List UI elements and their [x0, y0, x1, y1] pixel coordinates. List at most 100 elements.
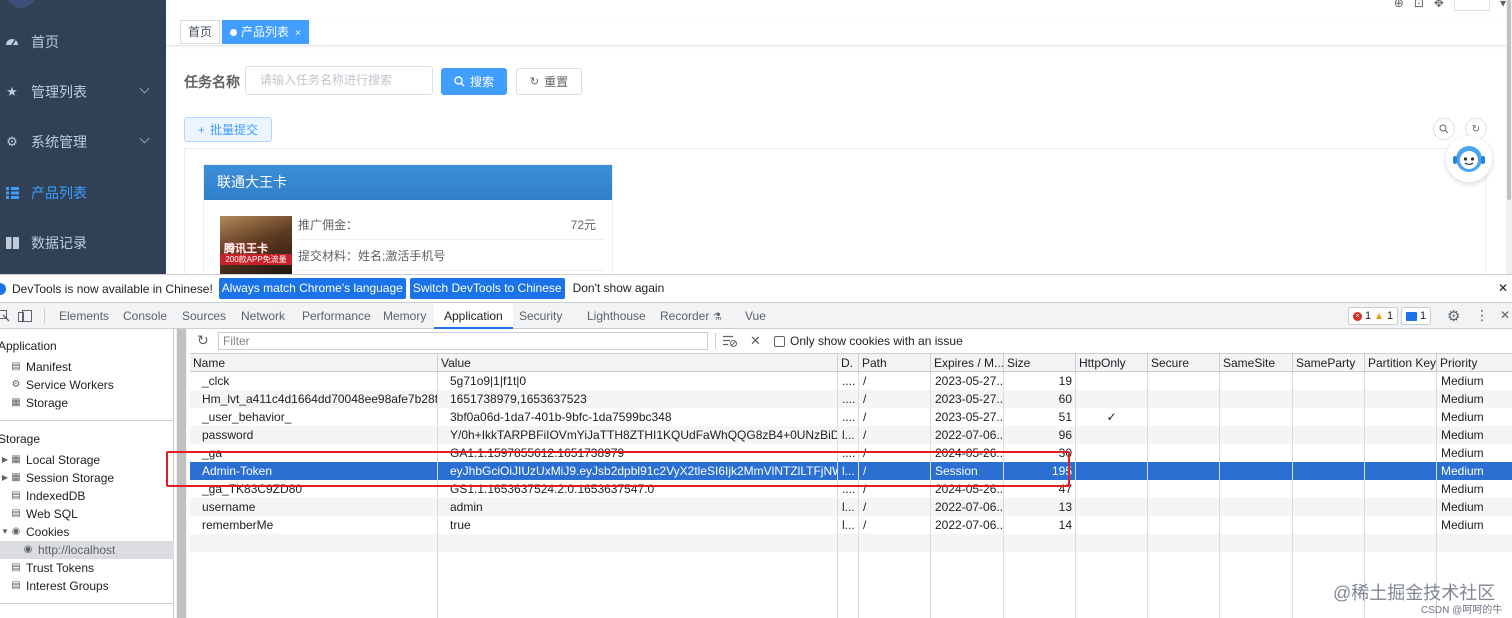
cell-priority: Medium — [1436, 480, 1512, 498]
search-button[interactable]: 搜索 — [441, 68, 507, 95]
product-card[interactable]: 联通大王卡 腾讯王卡 200款APP免流量 推广佣金： 72元 提交材料：姓名;… — [203, 164, 613, 274]
sidebar-item-service-workers[interactable]: ⚙ Service Workers — [0, 376, 174, 394]
cell-domain — [837, 534, 858, 552]
tab-lighthouse[interactable]: Lighthouse — [587, 303, 646, 329]
customer-service-robot-icon[interactable] — [1446, 136, 1492, 182]
cell-priority: Medium — [1436, 498, 1512, 516]
table-row[interactable]: rememberMe true l.../2022-07-06... 14 Medium — [190, 516, 1512, 534]
cell-domain: l... — [837, 516, 858, 534]
switch-to-chinese-button[interactable]: Switch DevTools to Chinese — [409, 278, 565, 299]
cell-domain: .... — [837, 372, 858, 390]
avatar[interactable] — [1453, 0, 1490, 11]
column-header-sameparty[interactable]: SameParty — [1292, 354, 1364, 372]
batch-submit-button[interactable]: + 批量提交 — [184, 117, 272, 142]
column-header-partition-key[interactable]: Partition Key — [1364, 354, 1436, 372]
cell-priority: Medium — [1436, 426, 1512, 444]
sidebar-item-product-list[interactable]: 产品列表 — [0, 168, 166, 218]
scrollbar-thumb[interactable] — [1507, 0, 1511, 200]
sidebar-item-manifest[interactable]: ▤ Manifest — [0, 358, 174, 376]
sidebar-item-indexeddb[interactable]: ▤ IndexedDB — [0, 487, 174, 505]
cell-path: / — [858, 498, 930, 516]
sidebar-item-label: Session Storage — [26, 471, 115, 485]
cell-sameparty — [1292, 444, 1364, 462]
cell-expires: 2022-07-06... — [930, 516, 1003, 534]
dont-show-again-button[interactable]: Don't show again — [568, 278, 669, 299]
messages-badge[interactable]: 1 — [1401, 307, 1432, 325]
reset-button[interactable]: ↻ 重置 — [516, 68, 582, 95]
navbar-icon[interactable]: ⊕ — [1394, 0, 1404, 10]
cell-samesite — [1219, 534, 1292, 552]
column-header-value[interactable]: Value — [437, 354, 837, 372]
tab-network[interactable]: Network — [241, 303, 285, 329]
tab-application[interactable]: Application — [434, 303, 513, 329]
column-header-httponly[interactable]: HttpOnly — [1075, 354, 1147, 372]
clear-filtered-icon[interactable] — [723, 335, 737, 347]
error-count: 1 — [1365, 310, 1372, 322]
tab-sources[interactable]: Sources — [182, 303, 226, 329]
match-language-button[interactable]: Always match Chrome's language — [218, 278, 406, 299]
more-options-icon[interactable]: ⋮ — [1475, 307, 1489, 324]
expand-arrow-icon[interactable]: ▶ — [0, 469, 10, 487]
cell-secure — [1147, 408, 1219, 426]
tab-performance[interactable]: Performance — [302, 303, 371, 329]
search-label: 任务名称 — [184, 74, 240, 90]
page-scrollbar[interactable] — [1506, 0, 1512, 274]
sidebar-item-management-list[interactable]: ★ 管理列表 — [0, 67, 166, 117]
filter-input[interactable]: Filter — [218, 332, 708, 350]
inspect-element-icon[interactable] — [0, 310, 10, 322]
search-input[interactable]: 请输入任务名称进行搜索 — [245, 66, 433, 95]
sidebar-item-local-storage[interactable]: ▶ ▦ Local Storage — [0, 451, 174, 469]
table-row[interactable]: password Y/0h+IkkTARPBFiIOVmYiJaTTH8ZTHI1… — [190, 426, 1512, 444]
table-row[interactable]: _clck 5g71o9|1|f1t|0..../2023-05-27... 19 M… — [190, 372, 1512, 390]
clear-all-icon[interactable]: ✕ — [750, 333, 761, 349]
settings-gear-icon[interactable]: ⚙ — [1447, 307, 1460, 325]
table-row[interactable]: _user_behavior_ 3bf0a06d-1da7-401b-9bfc-1… — [190, 408, 1512, 426]
sidebar-item-trust-tokens[interactable]: ▤ Trust Tokens — [0, 559, 174, 577]
column-header-samesite[interactable]: SameSite — [1219, 354, 1292, 372]
collapse-arrow-icon[interactable]: ▼ — [0, 523, 10, 541]
sidebar-item-storage[interactable]: ▦ Storage — [0, 394, 174, 412]
tab-console[interactable]: Console — [123, 303, 167, 329]
sidebar-item-session-storage[interactable]: ▶ ▦ Session Storage — [0, 469, 174, 487]
only-issues-checkbox[interactable] — [774, 336, 785, 347]
navbar-icon[interactable]: ✥ — [1434, 0, 1444, 10]
tab-security[interactable]: Security — [519, 303, 562, 329]
column-header-expires[interactable]: Expires / M... — [930, 354, 1003, 372]
column-header-size[interactable]: Size — [1003, 354, 1075, 372]
cell-size: 60 — [1003, 390, 1075, 408]
sidebar-item-interest-groups[interactable]: ▤ Interest Groups — [0, 577, 174, 595]
close-devtools-icon[interactable]: ✕ — [1500, 308, 1510, 322]
sidebar-item-cookies[interactable]: ▼ ◉ Cookies — [0, 523, 174, 541]
tag-home[interactable]: 首页 — [180, 20, 221, 44]
search-toggle-button[interactable] — [1433, 118, 1455, 140]
device-toolbar-icon[interactable] — [18, 310, 32, 322]
tab-recorder[interactable]: Recorder ⚗ — [660, 303, 722, 329]
table-row[interactable]: username admin l.../2022-07-06... 13 Medium — [190, 498, 1512, 516]
refresh-icon[interactable]: ↻ — [197, 332, 209, 349]
tab-elements[interactable]: Elements — [59, 303, 109, 329]
close-icon[interactable]: × — [295, 28, 301, 39]
table-row[interactable]: Hm_lvt_a411c4d1664dd70048ee98afe7b28f0b 1… — [190, 390, 1512, 408]
column-header-path[interactable]: Path — [858, 354, 930, 372]
cell-partition — [1364, 444, 1436, 462]
sidebar-item-web-sql[interactable]: ▤ Web SQL — [0, 505, 174, 523]
column-header-domain[interactable]: D. — [837, 354, 858, 372]
watermark-sub: CSDN @呵呵的牛 — [1421, 605, 1503, 616]
database-icon: ▦ — [11, 397, 21, 408]
tab-vue[interactable]: Vue — [745, 303, 766, 329]
expand-arrow-icon[interactable]: ▶ — [0, 451, 10, 469]
column-header-priority[interactable]: Priority — [1436, 354, 1512, 372]
issues-badge[interactable]: × 1 ▲ 1 — [1348, 307, 1399, 325]
column-header-secure[interactable]: Secure — [1147, 354, 1219, 372]
column-header-name[interactable]: Name — [190, 354, 437, 372]
navbar-icon[interactable]: ⊡ — [1414, 0, 1424, 10]
sidebar-item-system-management[interactable]: ⚙ 系统管理 — [0, 117, 166, 167]
cell-name: username — [202, 500, 256, 514]
close-icon[interactable]: ✕ — [1498, 281, 1508, 295]
sidebar-item-data-records[interactable]: 数据记录 — [0, 218, 166, 268]
sidebar-item-cookie-origin[interactable]: ◉ http://localhost — [0, 541, 174, 559]
sidebar-item-home[interactable]: 首页 — [0, 17, 166, 67]
cell-expires — [930, 534, 1003, 552]
tab-memory[interactable]: Memory — [383, 303, 426, 329]
tag-product-list[interactable]: 产品列表 × — [222, 20, 309, 44]
